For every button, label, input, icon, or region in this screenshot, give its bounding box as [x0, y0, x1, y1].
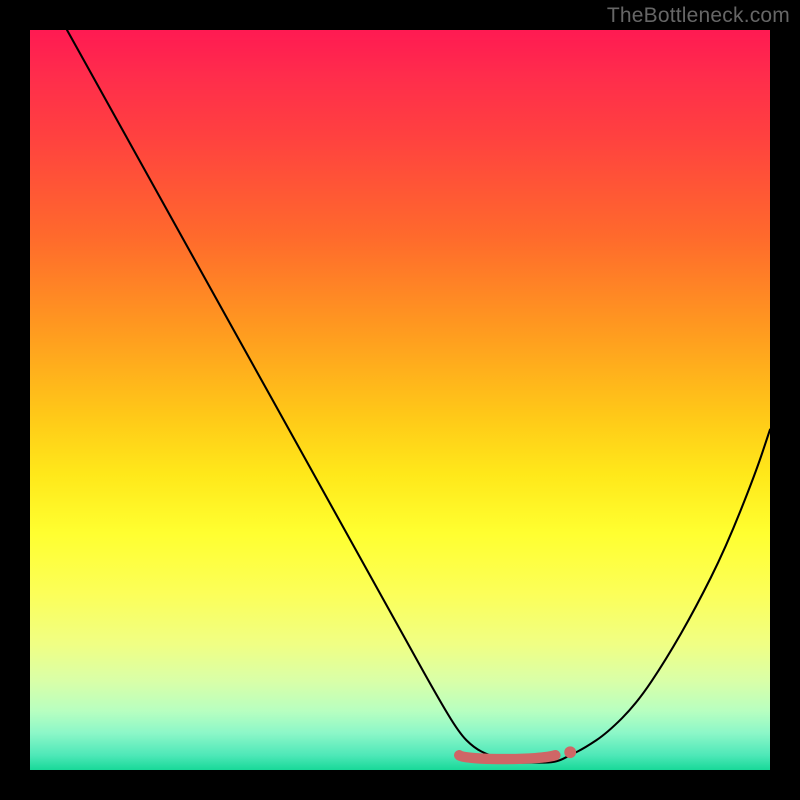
bottleneck-curve [67, 30, 770, 763]
chart-frame: TheBottleneck.com [0, 0, 800, 800]
watermark-text: TheBottleneck.com [607, 4, 790, 28]
curve-layer [30, 30, 770, 770]
plot-area [30, 30, 770, 770]
optimal-range-end-dot [564, 746, 576, 758]
optimal-range-mark [459, 755, 555, 759]
